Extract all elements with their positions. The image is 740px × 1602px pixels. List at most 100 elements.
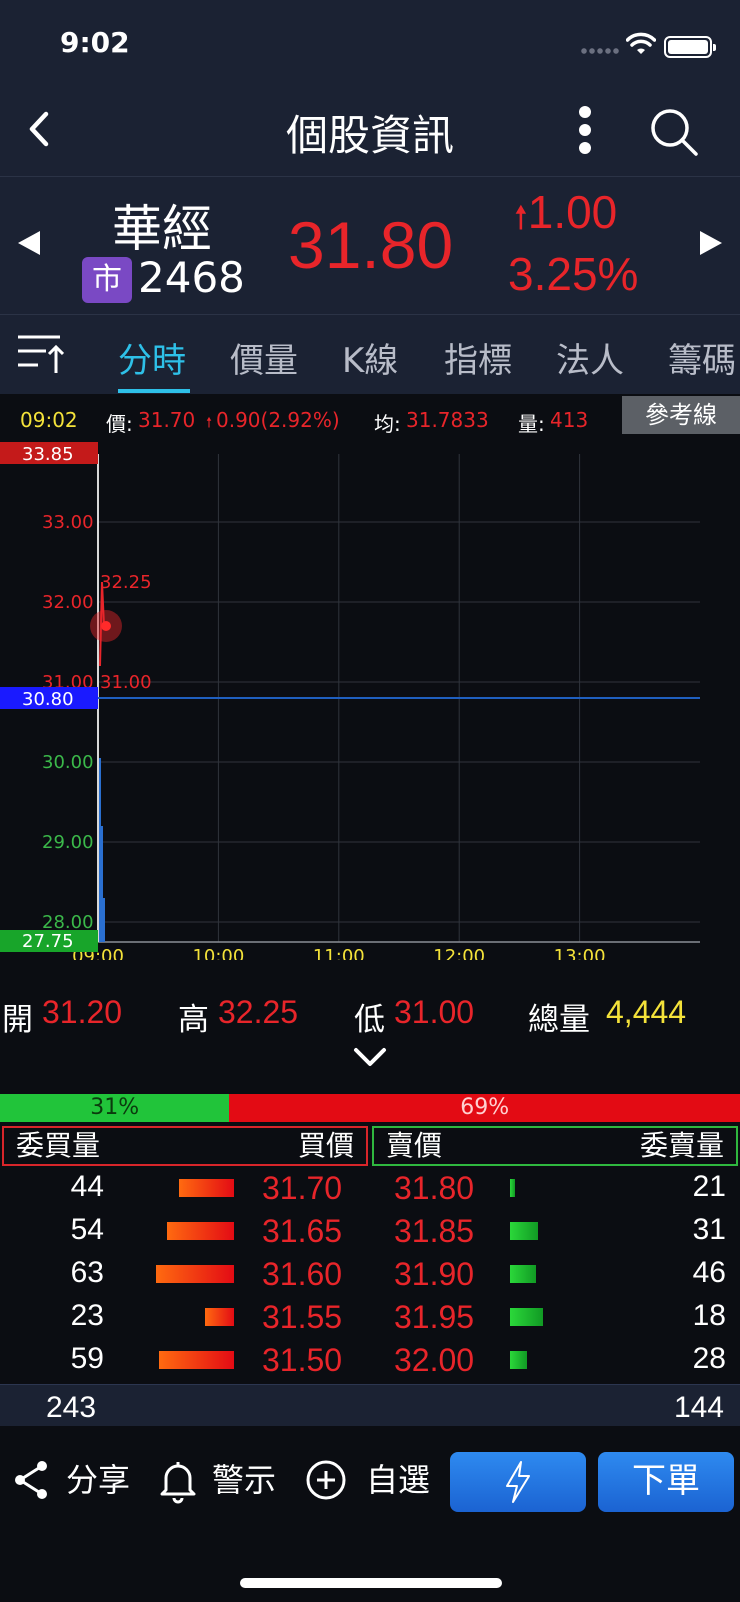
tick-info-line: 09:02 價: 31.70 🠕 0.90(2.92%) 均: 31.7833 … (0, 396, 740, 438)
bid-price: 31.60 (262, 1256, 343, 1292)
y-tick-label: 32.00 (42, 592, 94, 613)
y-tick-label: 28.00 (42, 912, 94, 933)
bid-qty: 54 (70, 1213, 104, 1246)
bid-price: 31.70 (262, 1170, 343, 1206)
low-value: 31.00 (394, 994, 475, 1030)
tab-price-volume[interactable]: 價量 (230, 333, 298, 382)
stock-change-value: 1.00 (527, 186, 618, 238)
home-indicator (240, 1578, 502, 1588)
info-time: 09:02 (20, 408, 78, 432)
ask-qty: 28 (692, 1342, 726, 1375)
ask-qty: 21 (692, 1170, 726, 1203)
order-row[interactable]: 63 31.60 31.90 46 (0, 1252, 740, 1295)
ask-price: 31.90 (394, 1256, 475, 1292)
add-watchlist-button[interactable]: 自選 (304, 1452, 434, 1512)
intraday-chart: 33.0032.0031.0030.0029.0028.0009:00 10:00… (0, 442, 700, 960)
ask-qty: 18 (692, 1299, 726, 1332)
total-volume-label: 總量 (528, 1002, 590, 1038)
lightning-icon (506, 1461, 530, 1503)
open-label: 開 (2, 1002, 33, 1038)
share-button[interactable]: 分享 (12, 1452, 136, 1512)
order-row[interactable]: 59 31.50 32.00 28 (0, 1338, 740, 1381)
info-avg-label: 均: (374, 412, 401, 436)
status-time: 9:02 (60, 26, 130, 59)
x-tick-label: 13:00 (554, 946, 606, 960)
bid-qty: 44 (70, 1170, 104, 1203)
signal-icon (580, 48, 620, 54)
next-stock-icon[interactable] (698, 229, 724, 257)
info-avg: 31.7833 (406, 408, 489, 432)
bid-price: 31.50 (262, 1342, 343, 1378)
order-row[interactable]: 23 31.55 31.95 18 (0, 1295, 740, 1338)
order-book: 44 31.70 31.80 21 54 31.65 31.85 31 63 3… (0, 1166, 740, 1386)
bid-qty: 23 (70, 1299, 104, 1332)
buy-sell-ratio-bar: 31% 69% (0, 1094, 740, 1122)
tab-chips[interactable]: 籌碼 (668, 333, 736, 382)
ask-qty: 46 (692, 1256, 726, 1289)
ask-total: 144 (673, 1391, 724, 1424)
search-icon[interactable] (648, 106, 700, 158)
prev-stock-icon[interactable] (16, 229, 42, 257)
x-tick-label: 11:00 (313, 946, 365, 960)
reference-line-button[interactable]: 參考線 (622, 396, 740, 434)
sell-ratio: 69% (229, 1094, 740, 1122)
order-book-totals: 243 144 (0, 1384, 740, 1426)
info-price: 31.70 (138, 408, 196, 432)
high-value: 32.25 (218, 994, 299, 1030)
bid-qty-header: 委買量 (16, 1129, 101, 1162)
limit-down-label: 27.75 (22, 931, 74, 952)
y-tick-label: 30.00 (42, 752, 94, 773)
ask-bar (510, 1265, 536, 1283)
tab-intraday[interactable]: 分時 (118, 333, 186, 382)
plus-circle-icon (306, 1460, 346, 1500)
nav-bar: 個股資訊 (0, 90, 740, 176)
tab-institutional[interactable]: 法人 (556, 333, 624, 382)
chevron-down-icon[interactable] (350, 1044, 390, 1070)
place-order-button[interactable]: 下單 (598, 1452, 734, 1512)
bottom-action-bar: 分享 警示 自選 下單 (0, 1426, 740, 1602)
quick-order-button[interactable] (450, 1452, 586, 1512)
ask-qty-header: 委賣量 (639, 1129, 724, 1162)
battery-icon (664, 36, 716, 58)
active-tab-indicator (118, 389, 190, 393)
ask-bar (510, 1179, 515, 1197)
tab-indicators[interactable]: 指標 (444, 333, 512, 382)
volume-bar (103, 898, 105, 942)
volume-bar (101, 826, 103, 942)
ask-price: 32.00 (394, 1342, 475, 1378)
bell-icon (160, 1462, 196, 1504)
bid-price: 31.65 (262, 1213, 343, 1249)
info-vol-label: 量: (518, 412, 545, 436)
alert-button[interactable]: 警示 (158, 1452, 282, 1512)
open-value: 31.20 (42, 994, 123, 1030)
sort-filter-icon[interactable] (16, 331, 64, 375)
market-badge: 市 (82, 257, 132, 303)
ask-bar (510, 1308, 543, 1326)
watch-label: 自選 (366, 1461, 431, 1499)
bid-header: 委買量 買價 (2, 1126, 368, 1166)
page-title: 個股資訊 (285, 111, 454, 160)
order-row[interactable]: 44 31.70 31.80 21 (0, 1166, 740, 1209)
limit-up-label: 33.85 (22, 444, 74, 465)
alert-label: 警示 (212, 1461, 277, 1499)
bid-price: 31.55 (262, 1299, 343, 1335)
stock-code: 2468 (138, 253, 245, 302)
y-tick-label: 29.00 (42, 832, 94, 853)
x-tick-label: 10:00 (192, 946, 244, 960)
ask-bar (510, 1351, 527, 1369)
ask-price-header: 賣價 (386, 1129, 443, 1162)
bid-qty: 63 (70, 1256, 104, 1289)
bid-bar (205, 1308, 234, 1326)
order-row[interactable]: 54 31.65 31.85 31 (0, 1209, 740, 1252)
high-label: 高 (178, 1002, 209, 1038)
bid-price-header: 買價 (297, 1129, 354, 1162)
tab-kline[interactable]: K線 (342, 333, 398, 382)
ask-price: 31.85 (394, 1213, 475, 1249)
info-up-arrow-icon: 🠕 (206, 415, 213, 431)
more-icon[interactable] (570, 102, 600, 158)
wifi-icon (626, 32, 656, 54)
info-change: 0.90(2.92%) (216, 408, 340, 432)
ask-bar (510, 1222, 538, 1240)
stock-quote-header: 華經 市 2468 31.80 🠕1.00 3.25% (0, 176, 740, 314)
stock-price: 31.80 (288, 208, 454, 282)
